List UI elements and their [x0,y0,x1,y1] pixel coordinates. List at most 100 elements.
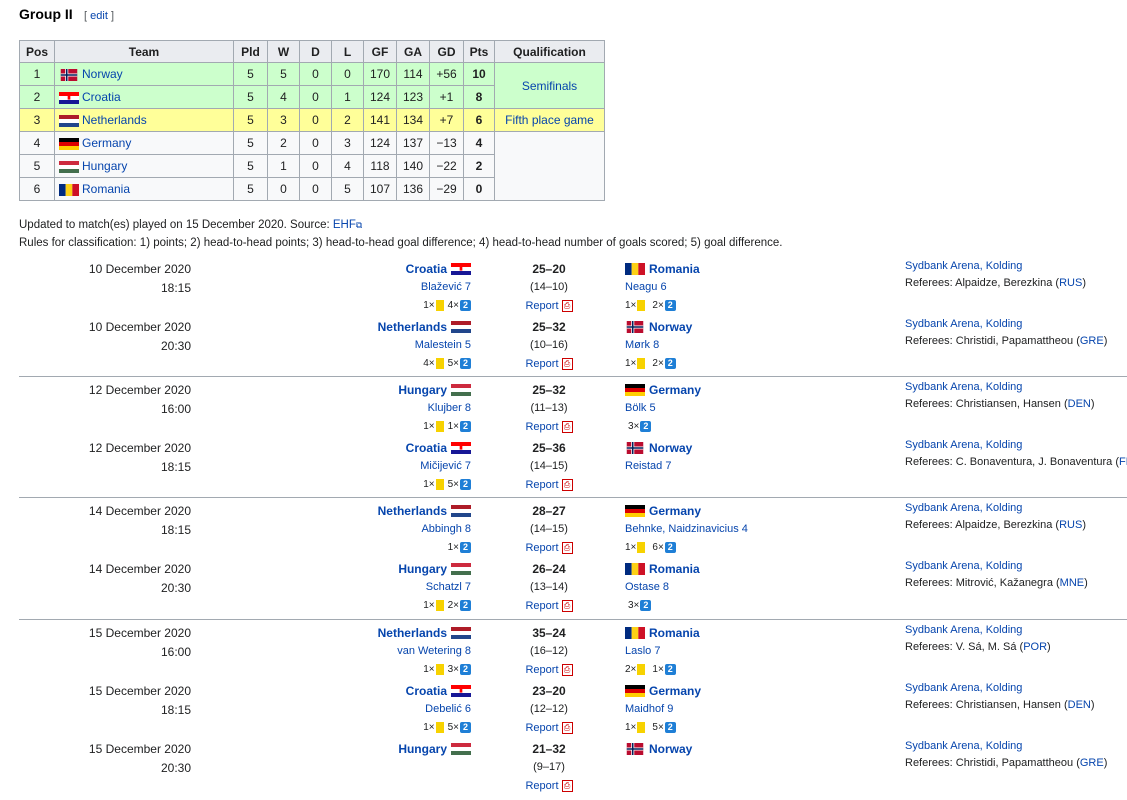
flag-hungary-icon [59,160,79,173]
away-top-scorer[interactable]: Behnke, Naidzinavicius 4 [625,523,748,535]
flag-netherlands-icon [451,321,471,333]
semifinals-link[interactable]: Semifinals [522,79,577,93]
home-top-scorer[interactable]: Mičijević 7 [420,460,471,472]
away-team-link[interactable]: Romania [649,262,700,276]
home-team-link[interactable]: Netherlands [378,320,447,334]
away-team-link[interactable]: Germany [649,504,701,518]
away-team-link[interactable]: Germany [649,684,701,698]
home-team-link[interactable]: Netherlands [378,504,447,518]
referee-nationality[interactable]: MNE [1060,577,1084,589]
team-link-croatia[interactable]: Croatia [82,90,121,104]
away-top-scorer[interactable]: Laslo 7 [625,645,660,657]
away-team-link[interactable]: Norway [649,742,692,756]
away-team-link[interactable]: Romania [649,562,700,576]
home-top-scorer[interactable]: Malestein 5 [415,339,471,351]
yellow-card-icon [435,300,444,311]
report-link[interactable]: Report [525,542,558,554]
two-minute-suspension-icon: 2 [664,664,676,675]
home-team-link[interactable]: Hungary [398,562,447,576]
match-row: 15 December 2020 16:00 Netherlands 35–24 Rom… [0,624,1127,684]
match-venue[interactable]: Sydbank Arena, Kolding [905,502,1022,514]
match-venue[interactable]: Sydbank Arena, Kolding [905,439,1022,451]
home-top-scorer[interactable]: van Wetering 8 [397,645,471,657]
home-team-link[interactable]: Hungary [398,742,447,756]
flag-netherlands-icon [451,505,471,517]
away-top-scorer[interactable]: Mørk 8 [625,339,659,351]
team-link-romania[interactable]: Romania [82,182,130,196]
home-top-scorer[interactable]: Klujber 8 [428,402,471,414]
away-top-scorer[interactable]: Neagu 6 [625,281,667,293]
report-link[interactable]: Report [525,722,558,734]
standings-table: Pos Team Pld W D L GF GA GD Pts Qualific… [19,40,605,201]
flag-romania-icon [625,563,645,575]
match-date: 14 December 2020 [88,562,191,576]
referee-nationality[interactable]: GRE [1080,757,1104,769]
flag-romania-icon [625,263,645,275]
pdf-icon: ⎙ [561,600,573,613]
cell-ga: 123 [396,85,430,109]
match-time: 18:15 [160,703,191,717]
away-top-scorer[interactable]: Bölk 5 [625,402,656,414]
home-team-link[interactable]: Netherlands [378,626,447,640]
report-link[interactable]: Report [525,358,558,370]
away-top-scorer[interactable]: Maidhof 9 [625,703,673,715]
match-venue[interactable]: Sydbank Arena, Kolding [905,260,1022,272]
report-link[interactable]: Report [525,600,558,612]
fifth-place-link[interactable]: Fifth place game [505,113,594,127]
edit-link[interactable]: edit [90,10,108,22]
header-qualification: Qualification [494,40,605,63]
match-date: 14 December 2020 [88,504,191,518]
home-top-scorer[interactable]: Schatzl 7 [426,581,471,593]
referee-nationality[interactable]: RUS [1059,277,1082,289]
cell-pos: 6 [19,177,55,201]
away-team-link[interactable]: Norway [649,441,692,455]
report-link[interactable]: Report [525,300,558,312]
referee-nationality[interactable]: RUS [1059,519,1082,531]
two-minute-suspension-icon: 2 [640,600,652,611]
referee-nationality[interactable]: POR [1023,641,1047,653]
home-team: Croatia [406,441,471,455]
match-venue[interactable]: Sydbank Arena, Kolding [905,381,1022,393]
referee-nationality[interactable]: FRA [1119,456,1127,468]
report-link[interactable]: Report [525,479,558,491]
pdf-icon: ⎙ [561,722,573,735]
match-venue[interactable]: Sydbank Arena, Kolding [905,740,1022,752]
home-top-scorer[interactable]: Blažević 7 [421,281,471,293]
away-top-scorer[interactable]: Reistad 7 [625,460,671,472]
away-team-link[interactable]: Romania [649,626,700,640]
away-team-link[interactable]: Germany [649,383,701,397]
referee-nationality[interactable]: GRE [1080,335,1104,347]
team-link-netherlands[interactable]: Netherlands [82,113,147,127]
home-team-link[interactable]: Croatia [406,262,447,276]
away-team-link[interactable]: Norway [649,320,692,334]
cell-team: Germany [54,131,234,155]
match-venue[interactable]: Sydbank Arena, Kolding [905,318,1022,330]
away-top-scorer[interactable]: Ostase 8 [625,581,669,593]
source-link[interactable]: EHF [333,219,356,231]
team-link-hungary[interactable]: Hungary [82,159,127,173]
home-team-link[interactable]: Croatia [406,441,447,455]
home-team-link[interactable]: Croatia [406,684,447,698]
match-venue[interactable]: Sydbank Arena, Kolding [905,682,1022,694]
flag-croatia-icon [451,263,471,275]
referee-nationality[interactable]: DEN [1068,699,1091,711]
home-penalties: 1× 1× 2 [423,421,471,432]
match-venue[interactable]: Sydbank Arena, Kolding [905,560,1022,572]
match-venue[interactable]: Sydbank Arena, Kolding [905,624,1022,636]
report-link[interactable]: Report [525,780,558,792]
home-team-link[interactable]: Hungary [398,383,447,397]
halftime-score: (14–15) [530,523,568,535]
referee-nationality[interactable]: DEN [1068,398,1091,410]
home-top-scorer[interactable]: Abbingh 8 [421,523,471,535]
match-score: 28–27 [532,504,566,518]
report-link[interactable]: Report [525,421,558,433]
report-link[interactable]: Report [525,664,558,676]
header-d: D [299,40,332,63]
team-link-norway[interactable]: Norway [82,67,123,81]
away-team: Norway [625,320,692,334]
home-top-scorer[interactable]: Debelić 6 [425,703,471,715]
team-link-germany[interactable]: Germany [82,136,131,150]
match-date: 15 December 2020 [88,742,191,756]
match-score: 26–24 [532,562,566,576]
home-penalties: 1× 3× 2 [423,664,471,675]
